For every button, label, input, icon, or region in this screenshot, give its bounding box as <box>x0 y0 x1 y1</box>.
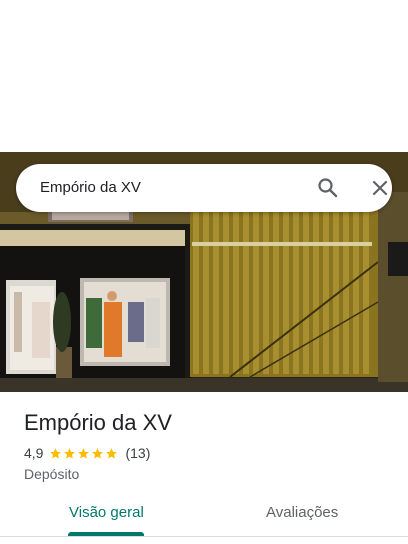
review-count[interactable]: (13) <box>125 445 150 461</box>
star-icon <box>106 447 118 459</box>
star-icon <box>92 447 104 459</box>
tab-reviews[interactable]: Avaliações <box>266 503 338 523</box>
clear-search-button[interactable] <box>368 176 394 200</box>
search-button[interactable] <box>316 176 344 200</box>
search-icon[interactable] <box>316 176 340 200</box>
star-icon <box>50 447 62 459</box>
rating-stars <box>49 447 119 460</box>
search-bar[interactable]: Empório da XV <box>16 164 392 212</box>
tab-overview[interactable]: Visão geral <box>69 503 144 523</box>
star-icon <box>78 447 90 459</box>
tabs-divider <box>0 536 408 537</box>
star-icon <box>64 447 76 459</box>
close-icon[interactable] <box>368 176 392 200</box>
place-category: Depósito <box>24 466 80 482</box>
rating-row[interactable]: 4,9 (13) <box>24 444 150 462</box>
rating-value: 4,9 <box>24 445 44 461</box>
place-title: Empório da XV <box>24 410 172 435</box>
map-blank-area <box>0 0 408 152</box>
search-input[interactable]: Empório da XV <box>40 178 141 198</box>
